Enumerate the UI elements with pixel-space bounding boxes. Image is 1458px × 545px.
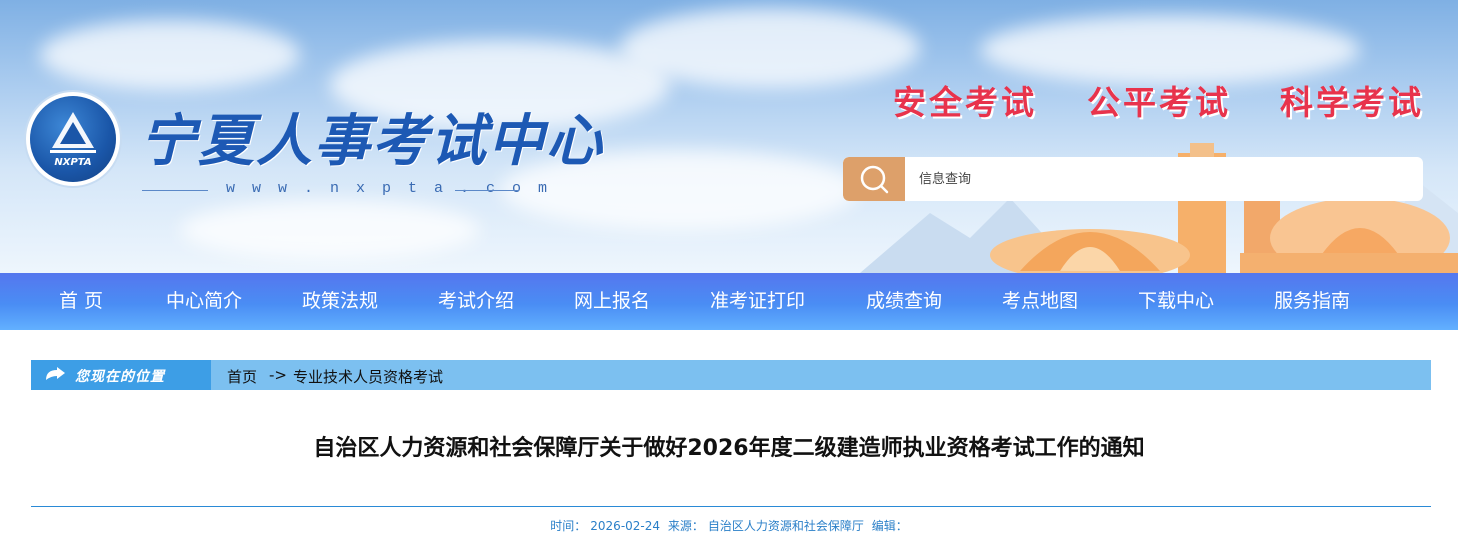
nav-item-policy[interactable]: 政策法规 — [302, 273, 378, 330]
logo-abbr: NXPTA — [54, 157, 91, 168]
nav-item-admission-ticket[interactable]: 准考证打印 — [710, 273, 805, 330]
cloud-decoration — [40, 20, 300, 90]
main-nav: 首 页 中心简介 政策法规 考试介绍 网上报名 准考证打印 成绩查询 考点地图 … — [0, 273, 1458, 330]
logo-divider — [455, 190, 519, 191]
cloud-decoration — [620, 8, 920, 88]
slogan-safe: 安全考试 — [893, 83, 1037, 122]
article-title: 自治区人力资源和社会保障厅关于做好2026年度二级建造师执业资格考试工作的通知 — [313, 436, 1145, 461]
breadcrumb-label: 您现在的位置 — [75, 369, 165, 385]
article-meta: 时间： 2026-02-24 来源： 自治区人力资源和社会保障厅 编辑： — [0, 517, 1458, 534]
nav-item-score-query[interactable]: 成绩查询 — [866, 273, 942, 330]
article-divider — [31, 506, 1431, 507]
site-url: w w w . n x p t a . c o m — [226, 180, 552, 197]
site-name[interactable]: 宁夏人事考试中心 — [140, 96, 604, 177]
meta-source-label: 来源： — [667, 519, 704, 533]
search-input[interactable] — [905, 157, 1419, 201]
cloud-decoration — [180, 200, 480, 260]
header-banner: NXPTA 宁夏人事考试中心 w w w . n x p t a . c o m… — [0, 0, 1458, 273]
search-box — [843, 157, 1423, 201]
nav-item-service-guide[interactable]: 服务指南 — [1274, 273, 1350, 330]
nav-item-exam-intro[interactable]: 考试介绍 — [438, 273, 514, 330]
breadcrumb-current-link[interactable]: 专业技术人员资格考试 — [293, 366, 443, 387]
meta-time-label: 时间： — [550, 519, 587, 533]
nav-item-exam-site-map[interactable]: 考点地图 — [1002, 273, 1078, 330]
meta-source-value: 自治区人力资源和社会保障厅 — [707, 519, 864, 533]
breadcrumb: 您现在的位置 首页 -> 专业技术人员资格考试 — [31, 360, 1431, 390]
meta-time-value: 2026-02-24 — [590, 519, 661, 533]
logo-divider — [142, 190, 208, 191]
nav-item-online-registration[interactable]: 网上报名 — [574, 273, 650, 330]
nav-item-downloads[interactable]: 下载中心 — [1138, 273, 1214, 330]
cloud-decoration — [980, 15, 1360, 85]
nav-item-about[interactable]: 中心简介 — [166, 273, 242, 330]
breadcrumb-separator: -> — [269, 366, 287, 384]
meta-editor-label: 编辑： — [871, 519, 908, 533]
breadcrumb-home-link[interactable]: 首页 — [227, 366, 257, 387]
search-button[interactable] — [843, 157, 905, 201]
search-icon — [860, 165, 889, 194]
logo-emblem-icon[interactable]: NXPTA — [30, 96, 116, 182]
breadcrumb-label-box: 您现在的位置 — [31, 360, 211, 390]
slogan-science: 科学考试 — [1280, 83, 1424, 122]
nav-item-home[interactable]: 首 页 — [59, 273, 103, 330]
slogan-fair: 公平考试 — [1087, 83, 1231, 122]
location-arrow-icon — [46, 367, 65, 380]
